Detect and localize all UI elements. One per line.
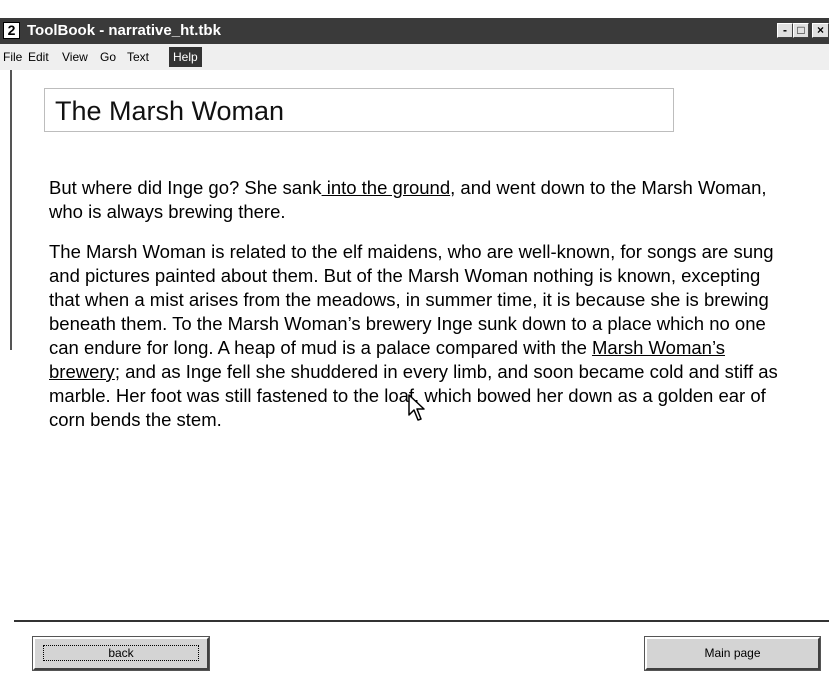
menu-view[interactable]: View [62,50,88,64]
minimize-button[interactable]: - [777,23,793,38]
into-the-ground-link[interactable]: into the ground [322,177,450,198]
menu-text[interactable]: Text [127,50,149,64]
close-button[interactable]: × [812,23,829,38]
story-paragraph-1: But where did Inge go? She sank into the… [49,176,784,224]
story-text: But where did Inge go? She sank into the… [49,176,784,448]
footer-divider [14,620,829,622]
paragraph-1-text-start: But where did Inge go? She sank [49,177,322,198]
menu-edit[interactable]: Edit [28,50,49,64]
page-title: The Marsh Woman [55,96,285,126]
window-title: ToolBook - narrative_ht.tbk [27,22,221,39]
left-divider [10,70,12,350]
menu-go[interactable]: Go [100,50,116,64]
maximize-button[interactable]: □ [793,23,809,38]
back-button-label: back [43,645,199,661]
page-title-field: The Marsh Woman [44,88,674,132]
menu-help[interactable]: Help [169,47,202,67]
menu-file[interactable]: File [3,50,22,64]
main-page-button[interactable]: Main page [644,636,821,671]
paragraph-2-text-end: ; and as Inge fell she shuddered in ever… [49,361,778,430]
app-window: 2 ToolBook - narrative_ht.tbk - □ × File… [0,0,829,684]
back-button[interactable]: back [32,636,210,671]
title-bar[interactable]: 2 ToolBook - narrative_ht.tbk - □ × [0,18,829,44]
toolbook-app-icon[interactable]: 2 [3,22,20,39]
menu-bar: File Edit View Go Text Help [0,44,829,70]
story-paragraph-2: The Marsh Woman is related to the elf ma… [49,240,784,432]
